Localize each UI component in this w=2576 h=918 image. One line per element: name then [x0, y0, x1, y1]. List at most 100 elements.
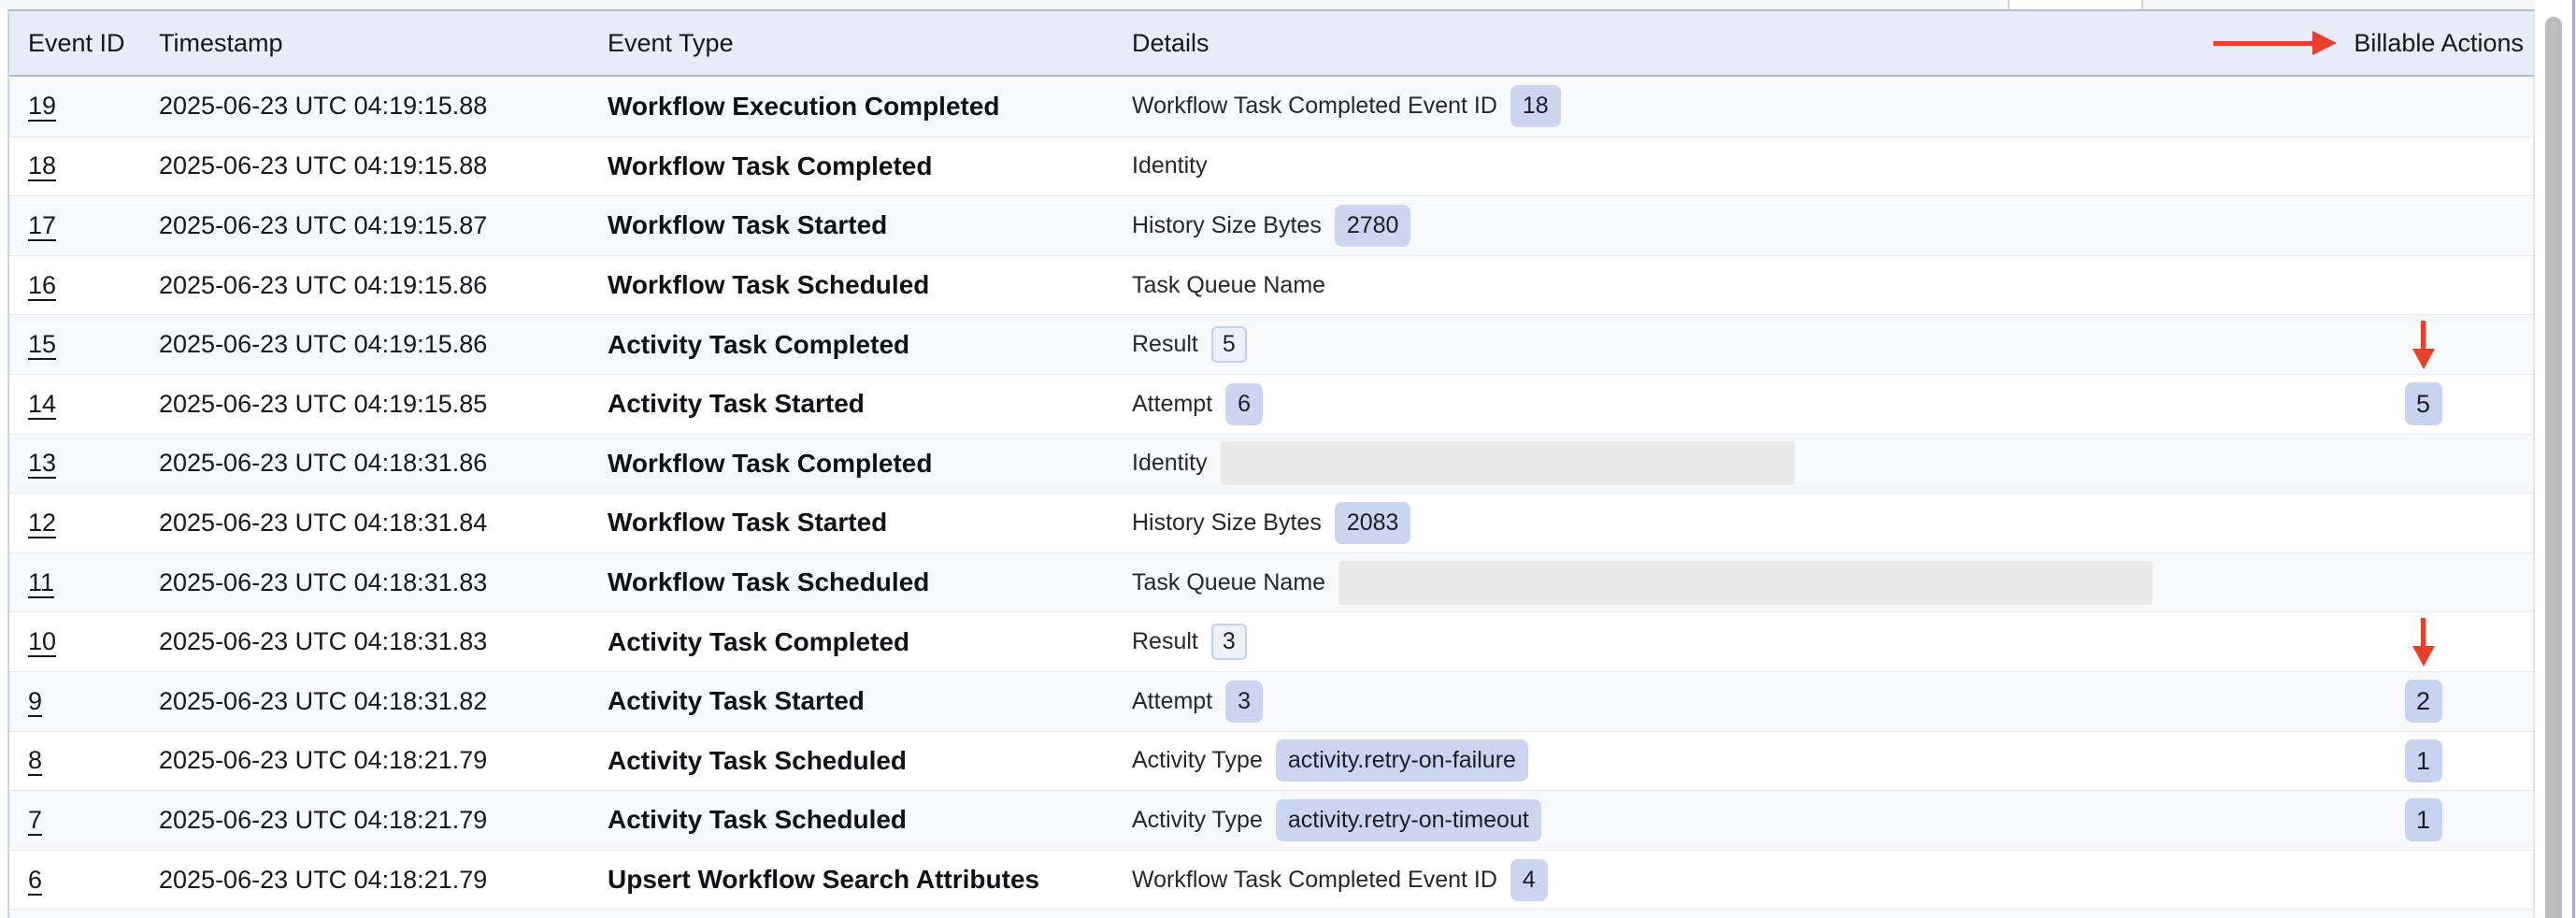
event-id-cell: 8: [28, 746, 159, 775]
redacted-value-box: [1338, 561, 2153, 605]
event-type: Activity Task Completed: [608, 330, 1132, 360]
event-timestamp: 2025-06-23 UTC 04:18:21.79: [159, 866, 608, 895]
event-details-cell: Task Queue Name: [1132, 272, 2323, 299]
detail-label: Workflow Task Completed Event ID: [1132, 867, 1497, 894]
scrollbar-thumb[interactable]: [2545, 17, 2562, 918]
table-row: 17 2025-06-23 UTC 04:19:15.87 Workflow T…: [9, 195, 2533, 255]
redacted-value-box: [1221, 441, 1795, 485]
event-history-table: Event ID Timestamp Event Type Details Bi…: [7, 9, 2535, 918]
billable-actions-cell: [2323, 321, 2524, 369]
event-id-cell: 17: [28, 211, 159, 240]
detail-label: Result: [1132, 331, 1198, 358]
event-id-link[interactable]: 13: [28, 449, 56, 478]
billable-actions-count-badge: 1: [2405, 739, 2442, 782]
event-id-link[interactable]: 11: [28, 568, 54, 597]
event-type: Workflow Execution Completed: [608, 92, 1132, 122]
window-right-edge: [2572, 0, 2575, 918]
billable-actions-label: Billable Actions: [2354, 29, 2524, 58]
detail-label: Task Queue Name: [1132, 272, 1325, 299]
table-row: 19 2025-06-23 UTC 04:19:15.88 Workflow E…: [9, 77, 2533, 136]
event-timestamp: 2025-06-23 UTC 04:18:31.82: [159, 687, 608, 716]
event-details-cell: History Size Bytes 2780: [1132, 205, 2323, 247]
event-id-link[interactable]: 7: [28, 806, 42, 835]
detail-label: Identity: [1132, 450, 1208, 477]
detail-label: Identity: [1132, 152, 1208, 179]
detail-value-badge: 4: [1510, 859, 1548, 901]
event-id-link[interactable]: 18: [28, 151, 56, 180]
event-id-cell: 19: [28, 92, 159, 121]
event-id-cell: 11: [28, 568, 159, 597]
event-type: Activity Task Scheduled: [608, 746, 1132, 776]
column-header-billable-actions: Billable Actions: [2323, 29, 2524, 58]
event-id-cell: 18: [28, 151, 159, 180]
arrow-head: [2412, 646, 2435, 667]
event-type: Workflow Task Scheduled: [608, 567, 1132, 597]
event-details-cell: Activity Type activity.retry-on-failure: [1132, 739, 2323, 782]
event-id-cell: 14: [28, 390, 159, 419]
column-header-details: Details: [1132, 29, 2323, 58]
event-id-link[interactable]: 9: [28, 687, 42, 716]
detail-label: Activity Type: [1132, 747, 1263, 774]
event-id-cell: 6: [28, 866, 159, 895]
event-type: Activity Task Scheduled: [608, 805, 1132, 835]
event-details-cell: Attempt 6: [1132, 383, 2323, 425]
table-row: 15 2025-06-23 UTC 04:19:15.86 Activity T…: [9, 314, 2533, 374]
column-header-event-id: Event ID: [28, 29, 159, 58]
event-id-link[interactable]: 10: [28, 627, 56, 656]
arrow-head: [2412, 349, 2435, 369]
detail-value-badge: 5: [1211, 326, 1247, 363]
red-arrow-down-icon: [2412, 321, 2435, 369]
event-type: Workflow Task Started: [608, 210, 1132, 240]
table-row: 13 2025-06-23 UTC 04:18:31.86 Workflow T…: [9, 434, 2533, 494]
detail-label: Task Queue Name: [1132, 569, 1325, 596]
column-header-timestamp: Timestamp: [159, 29, 608, 58]
billable-actions-count-badge: 1: [2405, 798, 2442, 841]
event-id-link[interactable]: 8: [28, 746, 42, 775]
event-details-cell: Identity: [1132, 152, 2323, 179]
detail-value-badge: 2780: [1335, 205, 1411, 247]
partial-next-row: [9, 909, 2533, 918]
event-id-link[interactable]: 12: [28, 509, 56, 538]
detail-label: Activity Type: [1132, 807, 1263, 834]
detail-label: Workflow Task Completed Event ID: [1132, 93, 1497, 120]
event-id-link[interactable]: 6: [28, 866, 42, 895]
event-id-link[interactable]: 14: [28, 390, 56, 419]
event-rows: 19 2025-06-23 UTC 04:19:15.88 Workflow E…: [9, 77, 2533, 909]
event-timestamp: 2025-06-23 UTC 04:18:31.83: [159, 627, 608, 656]
detail-label: History Size Bytes: [1132, 212, 1322, 239]
event-details-cell: Activity Type activity.retry-on-timeout: [1132, 799, 2323, 841]
event-id-link[interactable]: 19: [28, 92, 56, 121]
arrow-shaft: [2421, 618, 2426, 646]
event-details-cell: Attempt 3: [1132, 681, 2323, 723]
event-timestamp: 2025-06-23 UTC 04:19:15.87: [159, 211, 608, 240]
top-strip: [0, 0, 2535, 9]
event-id-link[interactable]: 17: [28, 211, 56, 240]
event-timestamp: 2025-06-23 UTC 04:18:21.79: [159, 806, 608, 835]
event-details-cell: Workflow Task Completed Event ID 4: [1132, 859, 2323, 901]
arrow-shaft: [2213, 41, 2312, 46]
event-id-link[interactable]: 15: [28, 330, 56, 359]
event-timestamp: 2025-06-23 UTC 04:18:21.79: [159, 746, 608, 775]
event-id-cell: 13: [28, 449, 159, 478]
scrollbar-track[interactable]: [2535, 0, 2576, 918]
event-details-cell: Result 5: [1132, 326, 2323, 363]
event-id-cell: 15: [28, 330, 159, 359]
partial-button-above-table[interactable]: [2008, 0, 2143, 9]
event-id-cell: 10: [28, 627, 159, 656]
event-type: Workflow Task Scheduled: [608, 270, 1132, 300]
detail-label: Attempt: [1132, 391, 1212, 418]
red-arrow-down-icon: [2412, 618, 2435, 667]
workflow-history-screen: Event ID Timestamp Event Type Details Bi…: [0, 0, 2576, 918]
detail-value-badge: 6: [1225, 383, 1263, 425]
event-timestamp: 2025-06-23 UTC 04:19:15.88: [159, 92, 608, 121]
detail-label: History Size Bytes: [1132, 509, 1322, 537]
event-details-cell: Identity: [1132, 441, 2323, 485]
table-row: 10 2025-06-23 UTC 04:18:31.83 Activity T…: [9, 611, 2533, 671]
event-type: Workflow Task Started: [608, 508, 1132, 538]
event-type: Workflow Task Completed: [608, 449, 1132, 479]
event-id-cell: 9: [28, 687, 159, 716]
detail-value-badge: 3: [1211, 624, 1247, 660]
billable-actions-count-badge: 5: [2405, 382, 2442, 425]
billable-actions-cell: 2: [2323, 680, 2524, 723]
event-id-link[interactable]: 16: [28, 271, 56, 300]
